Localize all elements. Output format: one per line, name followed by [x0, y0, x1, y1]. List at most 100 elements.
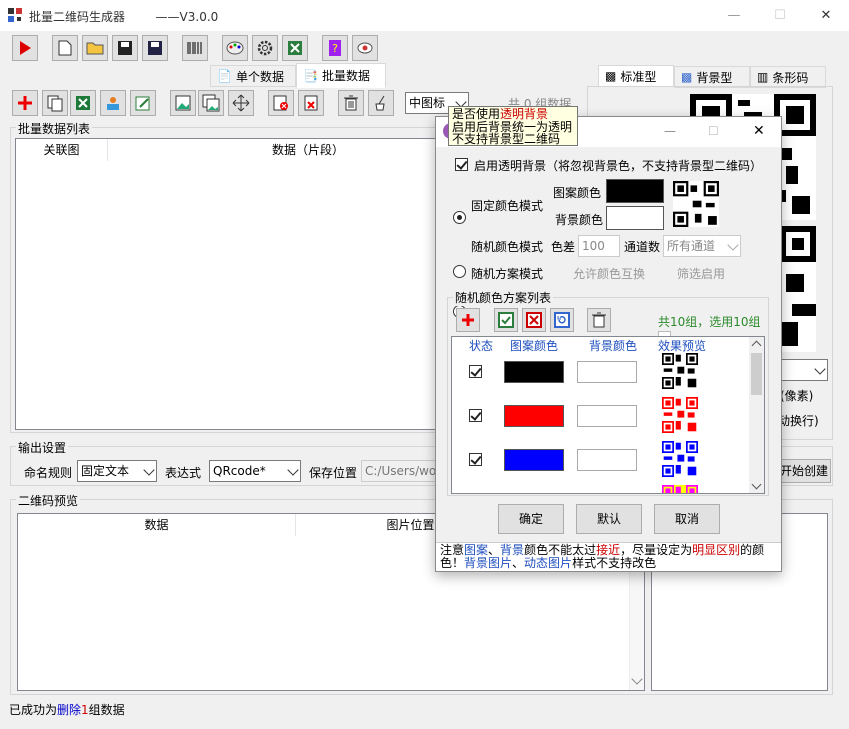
new-file-icon — [58, 40, 72, 56]
refresh-button[interactable] — [550, 308, 574, 332]
remove-image-icon — [273, 95, 288, 111]
new-file-button[interactable] — [52, 35, 78, 61]
tab-batch-data[interactable]: 📑 批量数据 — [296, 63, 386, 88]
scheme-bg-swatch[interactable] — [577, 449, 637, 471]
excel-export-button[interactable] — [282, 35, 308, 61]
default-button[interactable]: 默认 — [576, 504, 642, 534]
pattern-color-swatch[interactable] — [606, 179, 664, 203]
pictures-button[interactable] — [198, 90, 224, 116]
expression-label: 表达式 — [165, 466, 202, 480]
remove-file-button[interactable] — [298, 90, 324, 116]
col-header-preview-data[interactable]: 数据 — [18, 514, 296, 536]
run-button[interactable] — [12, 35, 38, 61]
scheme-row[interactable] — [452, 397, 748, 447]
save-button[interactable] — [112, 35, 138, 61]
trash-icon — [344, 95, 358, 111]
add-button[interactable] — [12, 90, 38, 116]
random-color-radio[interactable] — [453, 265, 466, 278]
scroll-down-icon[interactable] — [631, 673, 643, 685]
tab-barcode[interactable]: ▥ 条形码 — [750, 66, 826, 88]
dialog-notice: 注意图案、背景颜色不能太过接近，尽量设定为明显区别的颜 色！背景图片、动态图片样式… — [436, 542, 781, 571]
tab-background[interactable]: ▩ 背景型 — [674, 66, 750, 88]
gear-icon — [257, 40, 273, 56]
scheme-scrollbar[interactable] — [749, 337, 764, 493]
transparent-bg-label: 启用透明背景（将忽视背景色，不支持背景型二维码） — [474, 159, 763, 173]
excel-import-icon — [76, 96, 90, 110]
minimize-button[interactable]: — — [711, 0, 757, 31]
dialog-close-button[interactable]: ✕ — [753, 123, 765, 139]
dialog-minimize-button[interactable]: — — [664, 124, 676, 138]
about-button[interactable] — [352, 35, 378, 61]
scroll-down-icon[interactable] — [751, 479, 762, 490]
clear-button[interactable] — [368, 90, 394, 116]
picture-button[interactable] — [170, 90, 196, 116]
qr-preview-partial — [780, 226, 816, 352]
col-header-relation[interactable]: 关联图 — [16, 139, 108, 161]
expression-select[interactable]: QRcode* — [209, 460, 301, 482]
filter-enable-label: 筛选启用 — [677, 267, 726, 281]
scheme-row-checkbox[interactable] — [469, 365, 482, 378]
scheme-delete-button[interactable] — [587, 308, 611, 332]
remove-image-button[interactable] — [268, 90, 294, 116]
maximize-button[interactable]: ☐ — [757, 0, 803, 31]
scheme-bg-swatch[interactable] — [577, 493, 637, 494]
size-select[interactable] — [780, 359, 828, 381]
plus-icon — [462, 314, 474, 326]
import-excel-button[interactable] — [70, 90, 96, 116]
settings-button[interactable] — [252, 35, 278, 61]
naming-rule-select[interactable]: 固定文本 — [77, 460, 157, 482]
transparent-bg-checkbox[interactable] — [455, 158, 468, 171]
scroll-up-icon[interactable] — [751, 340, 762, 351]
save-as-button[interactable] — [142, 35, 168, 61]
open-folder-button[interactable] — [82, 35, 108, 61]
barcode-settings-button[interactable] — [182, 35, 208, 61]
color-diff-stepper[interactable]: 100 — [578, 235, 620, 257]
tooltip-line1: 是否使用透明背景 — [452, 107, 549, 121]
window-title: 批量二维码生成器 ——V3.0.0 — [29, 10, 219, 24]
user-image-icon — [107, 97, 119, 110]
col-header-pattern: 图案颜色 — [510, 339, 559, 353]
trash-icon — [592, 312, 606, 328]
tab-standard[interactable]: ▩ 标准型 — [598, 65, 674, 87]
scheme-bg-swatch[interactable] — [577, 405, 637, 427]
scheme-pattern-swatch[interactable] — [504, 493, 564, 494]
move-arrows-icon — [232, 94, 250, 112]
scheme-row[interactable] — [452, 485, 748, 494]
deselect-all-button[interactable] — [522, 308, 546, 332]
chevron-down-icon — [814, 363, 826, 375]
scheme-row-checkbox[interactable] — [469, 453, 482, 466]
channel-select[interactable]: 所有通道 — [663, 235, 741, 257]
start-create-button[interactable]: 开始创建 — [777, 459, 831, 483]
ok-button[interactable]: 确定 — [498, 504, 564, 534]
color-palette-button[interactable] — [222, 35, 248, 61]
fixed-color-label: 固定颜色模式 — [471, 199, 544, 213]
cancel-button[interactable]: 取消 — [654, 504, 720, 534]
scheme-bg-swatch[interactable] — [577, 361, 637, 383]
scheme-row[interactable] — [452, 353, 748, 403]
dialog-maximize-button[interactable]: ☐ — [708, 124, 719, 138]
scheme-table[interactable]: 状态 图案颜色 背景颜色 效果预览 — [451, 336, 765, 494]
bg-color-swatch[interactable] — [606, 206, 664, 230]
scheme-pattern-swatch[interactable] — [504, 449, 564, 471]
edit-button[interactable] — [130, 90, 156, 116]
documents-icon: 📑 — [303, 68, 318, 83]
help-book-icon: ? — [329, 40, 341, 56]
fixed-color-radio[interactable] — [453, 211, 466, 224]
import-image-button[interactable] — [100, 90, 126, 116]
output-settings-title: 输出设置 — [16, 439, 69, 456]
batch-list-title: 批量数据列表 — [16, 120, 93, 137]
scheme-pattern-swatch[interactable] — [504, 405, 564, 427]
close-window-button[interactable]: ✕ — [803, 0, 849, 31]
scheme-row-checkbox[interactable] — [469, 409, 482, 422]
delete-button[interactable] — [338, 90, 364, 116]
copy-button[interactable] — [42, 90, 68, 116]
scheme-row[interactable] — [452, 441, 748, 491]
scheme-add-button[interactable] — [456, 308, 480, 332]
move-button[interactable] — [228, 90, 254, 116]
save-location-input[interactable]: C:/Users/wo — [361, 460, 441, 482]
tab-single-data[interactable]: 📄 单个数据 — [210, 65, 296, 87]
scheme-pattern-swatch[interactable] — [504, 361, 564, 383]
select-all-button[interactable] — [494, 308, 518, 332]
scrollbar-thumb[interactable] — [751, 353, 762, 395]
help-button[interactable]: ? — [322, 35, 348, 61]
